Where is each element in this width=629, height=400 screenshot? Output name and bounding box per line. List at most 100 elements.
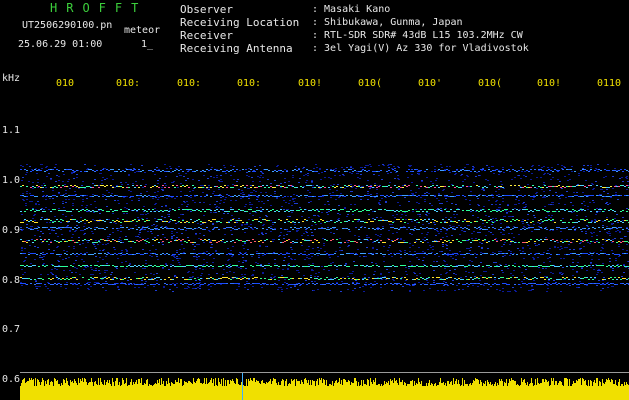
noise-speck [221, 218, 223, 219]
noise-speck [276, 197, 278, 198]
signal-pixel [468, 170, 470, 171]
signal-pixel [294, 266, 296, 267]
signal-pixel [452, 228, 454, 229]
noise-speck [106, 206, 108, 207]
noise-speck [41, 168, 43, 169]
signal-pixel [218, 187, 220, 188]
signal-pixel [390, 227, 392, 228]
signal-pixel [134, 169, 136, 170]
signal-pixel [458, 209, 460, 210]
signal-pixel [500, 211, 502, 212]
signal-pixel [192, 222, 194, 223]
signal-pixel [348, 220, 350, 221]
signal-pixel [492, 240, 494, 241]
signal-pixel [202, 209, 204, 210]
signal-pixel [138, 227, 140, 228]
noise-speck [98, 270, 100, 271]
signal-pixel [66, 254, 68, 255]
noise-speck [557, 171, 559, 172]
signal-pixel [482, 266, 484, 267]
signal-pixel [434, 210, 436, 211]
signal-pixel [188, 196, 190, 197]
signal-pixel [618, 186, 620, 187]
signal-pixel [582, 253, 584, 254]
signal-pixel [608, 170, 610, 171]
noise-speck [328, 177, 330, 178]
signal-pixel [252, 266, 254, 267]
signal-pixel [484, 220, 486, 221]
signal-pixel [328, 209, 330, 210]
noise-speck [308, 217, 310, 218]
noise-speck [485, 271, 487, 272]
signal-pixel [294, 242, 296, 243]
noise-speck [435, 180, 437, 181]
noise-speck [607, 233, 609, 234]
signal-pixel [534, 241, 536, 242]
signal-pixel [350, 253, 352, 254]
signal-pixel [434, 254, 436, 255]
noise-speck [379, 204, 381, 205]
signal-pixel [166, 253, 168, 254]
signal-pixel [396, 253, 398, 254]
signal-pixel [356, 242, 358, 243]
signal-pixel [164, 266, 166, 267]
signal-pixel [488, 265, 490, 266]
noise-speck [328, 204, 330, 205]
signal-pixel [484, 211, 486, 212]
noise-speck [83, 269, 85, 270]
signal-pixel [182, 277, 184, 278]
signal-pixel [190, 242, 192, 243]
noise-speck [240, 277, 242, 278]
signal-pixel [132, 241, 134, 242]
signal-pixel [144, 195, 146, 196]
noise-speck [313, 168, 315, 169]
signal-pixel [274, 253, 276, 254]
noise-speck [130, 170, 132, 171]
signal-pixel [224, 171, 226, 172]
noise-speck [57, 246, 59, 247]
noise-speck [626, 227, 628, 228]
noise-speck [367, 240, 369, 241]
signal-pixel [38, 210, 40, 211]
signal-pixel [444, 240, 446, 241]
noise-speck [340, 243, 342, 244]
signal-pixel [608, 265, 610, 266]
signal-pixel [280, 253, 282, 254]
signal-pixel [240, 279, 242, 280]
signal-pixel [106, 240, 108, 241]
signal-pixel [170, 196, 172, 197]
noise-speck [370, 287, 372, 288]
signal-pixel [52, 222, 54, 223]
signal-pixel [240, 196, 242, 197]
signal-pixel [286, 240, 288, 241]
noise-speck [73, 178, 75, 179]
noise-speck [615, 260, 617, 261]
noise-speck [53, 250, 55, 251]
signal-pixel [284, 187, 286, 188]
signal-pixel [296, 187, 298, 188]
noise-speck [75, 187, 77, 188]
signal-pixel [300, 278, 302, 279]
noise-speck [436, 198, 438, 199]
signal-pixel [68, 211, 70, 212]
noise-speck [355, 188, 357, 189]
signal-pixel [476, 228, 478, 229]
signal-pixel [424, 186, 426, 187]
signal-pixel [562, 209, 564, 210]
noise-speck [361, 186, 363, 187]
noise-speck [261, 232, 263, 233]
noise-speck [495, 201, 497, 202]
noise-speck [227, 248, 229, 249]
noise-speck [349, 172, 351, 173]
signal-pixel [570, 253, 572, 254]
spectrogram-plot[interactable] [20, 96, 629, 372]
signal-pixel [46, 219, 48, 220]
noise-speck [467, 240, 469, 241]
noise-speck [285, 202, 287, 203]
noise-speck [424, 201, 426, 202]
signal-pixel [616, 242, 618, 243]
noise-speck [328, 211, 330, 212]
noise-speck [31, 226, 33, 227]
noise-speck [113, 222, 115, 223]
noise-speck [21, 248, 23, 249]
